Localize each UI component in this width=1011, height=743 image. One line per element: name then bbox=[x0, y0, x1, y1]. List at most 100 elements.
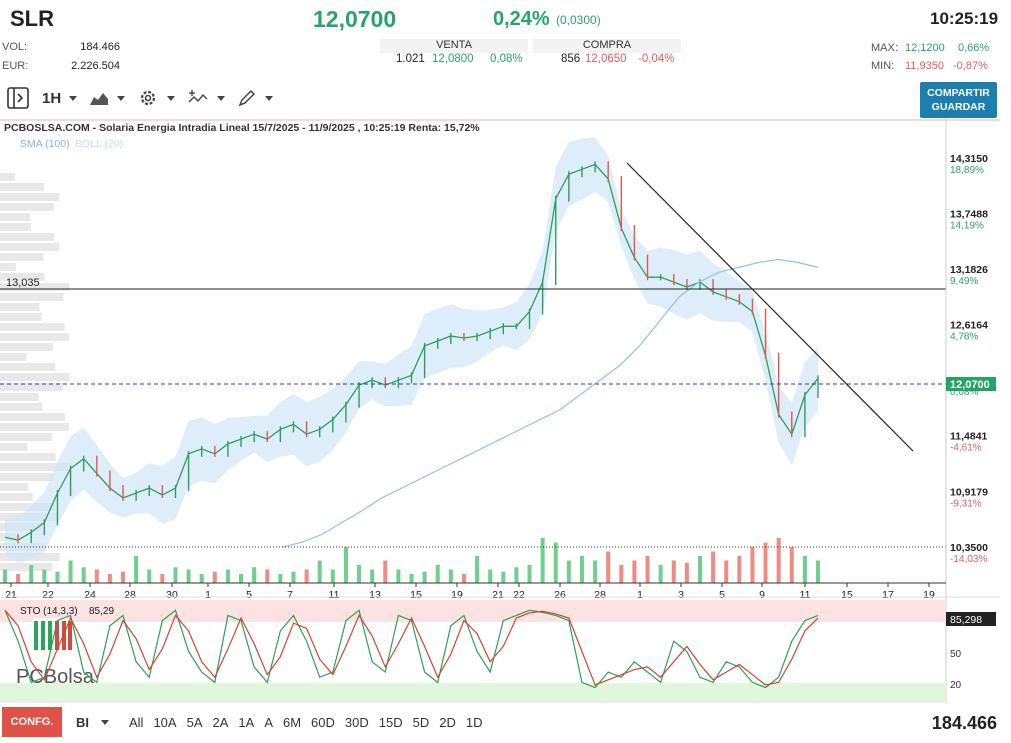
x-tick-label: 24 bbox=[84, 589, 96, 601]
volume-bar bbox=[81, 567, 86, 583]
y-tick-label: 12,6164 bbox=[950, 320, 988, 332]
x-tick-label: 21 bbox=[492, 589, 504, 601]
share-save-button[interactable]: COMPARTIR GUARDAR bbox=[920, 82, 997, 118]
range-button[interactable]: 30D bbox=[345, 715, 369, 730]
volume-profile-bar bbox=[0, 193, 60, 201]
indicators-icon bbox=[188, 90, 208, 103]
chevron-down-icon[interactable] bbox=[101, 719, 109, 725]
chart-type-select[interactable] bbox=[89, 90, 126, 106]
panel-toggle-icon bbox=[7, 87, 29, 109]
volume-bar bbox=[606, 551, 611, 583]
volume-bar bbox=[697, 556, 702, 583]
volume-bar bbox=[816, 560, 820, 583]
volume-profile-bar bbox=[0, 263, 16, 271]
volume-bar bbox=[671, 560, 676, 583]
volume-bar bbox=[566, 560, 571, 583]
x-tick-label: 11 bbox=[800, 589, 811, 601]
volume-bar bbox=[173, 567, 178, 583]
change-pct: 0,24% bbox=[493, 8, 550, 30]
volume-bar bbox=[383, 560, 388, 583]
sto-level-50: 50 bbox=[950, 649, 962, 660]
volume-profile-bar bbox=[0, 423, 69, 431]
volume-bar bbox=[802, 556, 807, 583]
volume-bar bbox=[304, 569, 309, 583]
volume-bar bbox=[278, 574, 283, 583]
y-axis: 14,315018,89% 13,748814,19% 13,18269,49% 12… bbox=[950, 153, 988, 565]
volume-bar bbox=[199, 574, 204, 583]
volume-profile-bar bbox=[0, 173, 15, 181]
volume-bar bbox=[776, 538, 781, 583]
x-tick-label: 5 bbox=[719, 589, 725, 601]
pencil-icon bbox=[238, 89, 256, 107]
x-tick-label: 21 bbox=[5, 589, 17, 601]
y-tick-label: 11,4841 bbox=[950, 431, 988, 443]
volume-bar bbox=[488, 569, 493, 583]
x-tick-label: 9 bbox=[759, 589, 765, 601]
range-button[interactable]: 2A bbox=[213, 715, 229, 730]
volume-profile-bar bbox=[0, 293, 64, 301]
x-tick-label: 11 bbox=[329, 589, 340, 601]
volume-profile-bar bbox=[0, 233, 55, 241]
gear-icon bbox=[141, 90, 156, 106]
y-tick-pct: 9,49% bbox=[950, 276, 978, 287]
panel-toggle-button[interactable] bbox=[6, 86, 30, 110]
sma-label: SMA (100) bbox=[20, 138, 70, 150]
range-button[interactable]: All bbox=[129, 715, 143, 730]
range-button[interactable]: 6M bbox=[283, 715, 301, 730]
x-tick-label: 28 bbox=[594, 589, 606, 601]
range-button[interactable]: 60D bbox=[311, 715, 335, 730]
chart-area[interactable]: PCBOSLSA.COM - Solaria Energia Intradia … bbox=[0, 118, 1011, 705]
volume-profile-bar bbox=[0, 443, 28, 451]
range-button[interactable]: 2D bbox=[439, 715, 456, 730]
volume-bar bbox=[107, 574, 112, 583]
settings-select[interactable] bbox=[137, 87, 176, 109]
draw-tools-select[interactable] bbox=[237, 88, 274, 108]
volume-bar bbox=[724, 560, 729, 583]
volume-bar bbox=[737, 556, 742, 583]
compra-pct: -0,04% bbox=[638, 53, 675, 65]
y-tick-label: 14,3150 bbox=[950, 153, 988, 165]
sto-value: 85,29 bbox=[89, 606, 114, 617]
volume-bar bbox=[29, 565, 34, 583]
x-tick-label: 7 bbox=[287, 589, 293, 601]
volume-profile-bar bbox=[0, 203, 54, 211]
volume-profile-bar bbox=[0, 373, 70, 381]
y-tick-label: 10,9179 bbox=[950, 486, 988, 498]
change-abs: (0,0300) bbox=[556, 13, 601, 27]
x-tick-label: 30 bbox=[166, 589, 178, 601]
vol-value: 184.466 bbox=[80, 41, 120, 53]
range-button[interactable]: 1A bbox=[238, 715, 254, 730]
volume-profile-bar bbox=[0, 213, 31, 221]
volume-bar bbox=[540, 538, 545, 583]
volume-profile-bar bbox=[0, 403, 43, 411]
volume-profile-bar bbox=[0, 333, 70, 341]
volume-bar bbox=[750, 547, 755, 583]
bollinger-band bbox=[5, 137, 818, 563]
indicators-select[interactable] bbox=[187, 88, 226, 108]
volume-bar bbox=[396, 569, 401, 583]
volume-bar bbox=[632, 560, 637, 583]
sto-tag-text: 85,298 bbox=[950, 614, 982, 626]
venta-price: 12,0800 bbox=[432, 53, 474, 65]
y-tick-label: 13,1826 bbox=[950, 264, 988, 276]
range-button[interactable]: 15D bbox=[379, 715, 403, 730]
mode-select[interactable]: BI bbox=[76, 715, 89, 730]
sto-overbought-zone bbox=[0, 600, 946, 622]
x-axis: 21 22 24 28 30 1 5 7 11 13 15 19 21 22 26 28 1 3 5 9 11 15 17 1… bbox=[5, 583, 935, 601]
timeframe-select[interactable]: 1H bbox=[42, 90, 78, 107]
chevron-down-icon bbox=[117, 95, 126, 101]
volume-bar bbox=[370, 569, 375, 583]
range-button[interactable]: 5D bbox=[413, 715, 430, 730]
range-button[interactable]: A bbox=[264, 715, 273, 730]
volume-bar bbox=[147, 569, 152, 583]
volume-profile-bar bbox=[0, 453, 56, 461]
vol-label: VOL: bbox=[2, 41, 28, 53]
volume-bar bbox=[212, 571, 217, 583]
volume-profile-bar bbox=[0, 393, 39, 401]
mode-label: BI bbox=[76, 714, 89, 730]
range-button[interactable]: 1D bbox=[466, 715, 483, 730]
x-tick-label: 26 bbox=[554, 589, 566, 601]
range-button[interactable]: 10A bbox=[153, 715, 176, 730]
config-button[interactable]: CONFG. bbox=[2, 707, 62, 737]
range-button[interactable]: 5A bbox=[187, 715, 203, 730]
